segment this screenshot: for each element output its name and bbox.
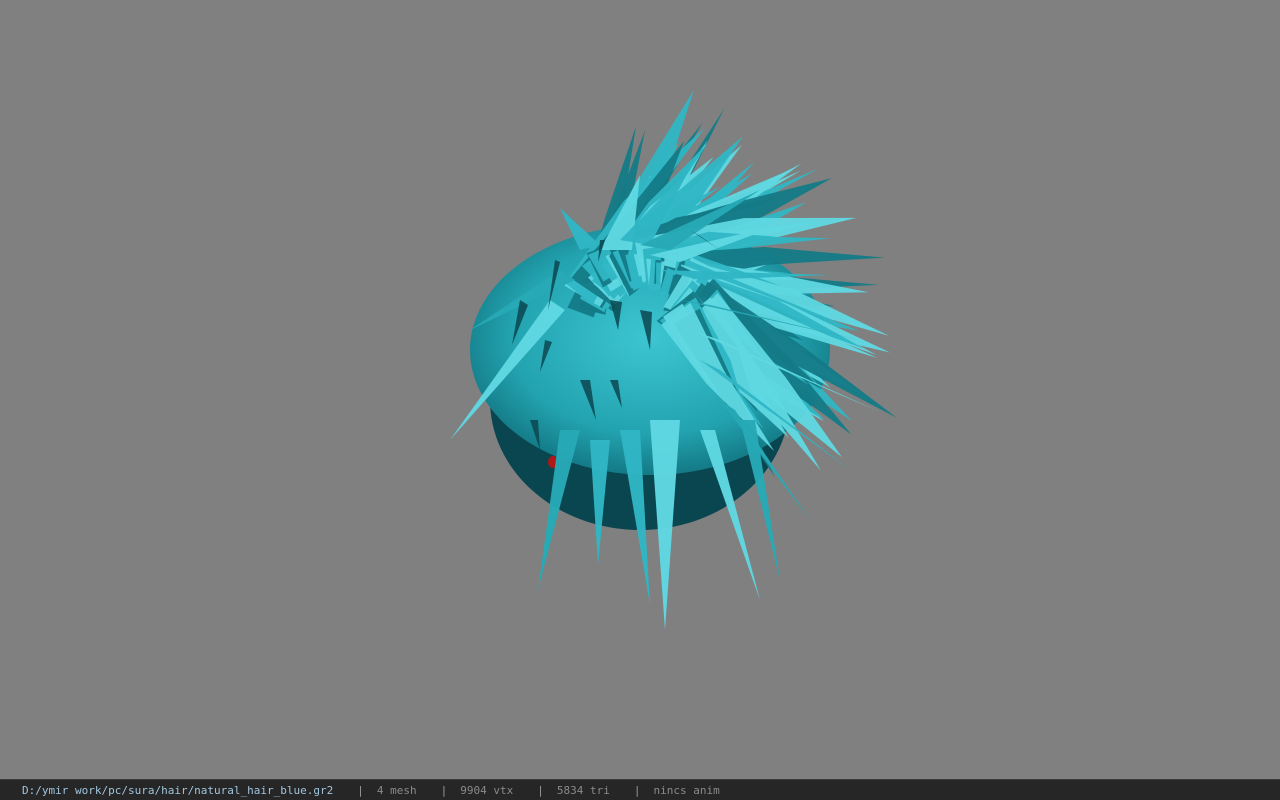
status-bar: D:/ymir work/pc/sura/hair/natural_hair_b… bbox=[0, 779, 1280, 800]
hair-mesh-icon[interactable] bbox=[0, 0, 1280, 779]
separator: | bbox=[633, 783, 641, 797]
separator: | bbox=[440, 783, 448, 797]
animation-status: nincs anim bbox=[653, 783, 720, 797]
file-path: D:/ymir work/pc/sura/hair/natural_hair_b… bbox=[22, 783, 334, 797]
3d-viewport[interactable] bbox=[0, 0, 1280, 779]
vertex-count: 9904 vtx bbox=[460, 783, 514, 797]
mesh-count: 4 mesh bbox=[376, 783, 417, 797]
triangle-count: 5834 tri bbox=[556, 783, 610, 797]
separator: | bbox=[357, 783, 364, 797]
separator: | bbox=[537, 783, 544, 797]
